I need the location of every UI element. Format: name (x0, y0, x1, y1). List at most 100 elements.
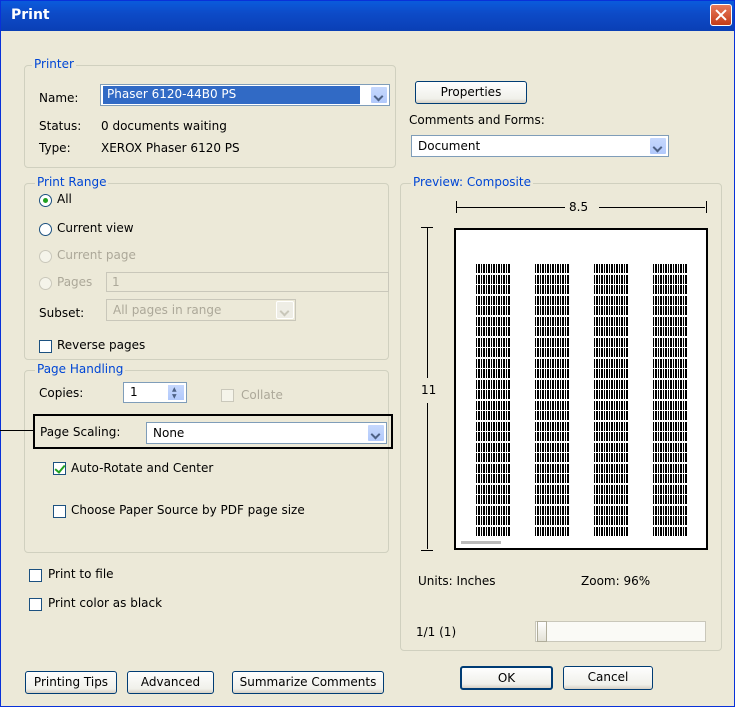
barcode-thumbnail (535, 379, 569, 389)
barcode-thumbnail (476, 337, 510, 347)
summarize-comments-button[interactable]: Summarize Comments (232, 671, 384, 694)
barcode-thumbnail (594, 463, 628, 473)
auto-rotate-checkbox[interactable] (53, 462, 66, 475)
barcode-thumbnail (535, 274, 569, 284)
printer-name-select[interactable]: Phaser 6120-44B0 PS (100, 84, 390, 106)
barcode-thumbnail (653, 484, 687, 494)
barcode-thumbnail (653, 295, 687, 305)
chevron-down-icon[interactable] (370, 86, 388, 104)
paper-source-label: Choose Paper Source by PDF page size (71, 503, 305, 517)
spin-arrows-icon[interactable]: ▲ ▼ (167, 384, 185, 401)
printer-type-value: XEROX Phaser 6120 PS (101, 141, 240, 155)
title-bar[interactable]: Print (1, 1, 734, 31)
barcode-thumbnail (653, 306, 687, 315)
barcode-thumbnail (535, 495, 569, 504)
barcode-thumbnail (653, 348, 687, 357)
barcode-thumbnail (476, 348, 510, 357)
barcode-thumbnail (476, 316, 510, 326)
barcode-thumbnail (594, 327, 628, 336)
barcode-thumbnail (594, 474, 628, 483)
barcode-thumbnail (653, 390, 687, 399)
copies-stepper[interactable]: 1 ▲ ▼ (123, 382, 187, 403)
page-indicator: 1/1 (1) (416, 625, 457, 639)
barcode-thumbnail (594, 369, 628, 378)
barcode-thumbnail (594, 516, 628, 525)
barcode-thumbnail (653, 264, 687, 273)
barcode-thumbnail (594, 306, 628, 315)
range-current-view-label: Current view (57, 221, 134, 235)
chevron-down-icon[interactable] (649, 137, 667, 155)
barcode-thumbnail (535, 348, 569, 357)
page-slider[interactable] (535, 621, 706, 642)
barcode-thumbnail (535, 516, 569, 525)
zoom-label: Zoom: 96% (581, 574, 651, 588)
barcode-thumbnail (535, 526, 569, 536)
barcode-thumbnail (535, 474, 569, 483)
close-icon[interactable] (710, 4, 732, 26)
range-current-page-radio[interactable] (39, 250, 52, 263)
barcode-thumbnail (653, 327, 687, 336)
barcode-thumbnail (476, 400, 510, 410)
barcode-thumbnail (653, 453, 687, 462)
barcode-thumbnail (535, 264, 569, 273)
barcode-thumbnail (476, 463, 510, 473)
pages-input[interactable]: 1 (106, 272, 389, 292)
print-color-black-label: Print color as black (48, 596, 163, 610)
barcode-thumbnail (476, 390, 510, 399)
dimension-tick (421, 550, 433, 551)
barcode-thumbnail (594, 379, 628, 389)
range-pages-radio[interactable] (39, 277, 52, 290)
dimension-line (457, 207, 565, 208)
barcode-thumbnail (653, 337, 687, 347)
range-all-radio[interactable] (39, 194, 52, 207)
properties-button[interactable]: Properties (415, 81, 527, 104)
barcode-thumbnail (476, 474, 510, 483)
barcode-thumbnail (476, 453, 510, 462)
comments-forms-label: Comments and Forms: (409, 113, 545, 127)
barcode-thumbnail (653, 505, 687, 515)
cancel-button[interactable]: Cancel (563, 666, 653, 690)
barcode-thumbnail (476, 285, 510, 294)
range-current-view-radio[interactable] (39, 223, 52, 236)
barcode-thumbnail (594, 526, 628, 536)
page-height-label: 11 (421, 383, 437, 397)
ok-button[interactable]: OK (460, 666, 553, 690)
advanced-button[interactable]: Advanced (127, 671, 214, 694)
barcode-thumbnail (476, 432, 510, 441)
barcode-thumbnail (594, 484, 628, 494)
window-title: Print (11, 7, 50, 23)
subset-select[interactable]: All pages in range (106, 299, 296, 321)
print-dialog: Print Printer Name: Phaser 6120-44B0 PS … (0, 0, 735, 707)
printing-tips-button[interactable]: Printing Tips (25, 671, 117, 694)
barcode-thumbnail (653, 400, 687, 410)
paper-source-checkbox[interactable] (53, 505, 66, 518)
comments-forms-value: Document (418, 139, 481, 153)
barcode-thumbnail (594, 495, 628, 504)
comments-forms-select[interactable]: Document (411, 135, 669, 157)
units-label: Units: Inches (418, 574, 496, 588)
barcode-thumbnail (535, 327, 569, 336)
barcode-thumbnail (594, 411, 628, 420)
print-range-legend: Print Range (35, 175, 109, 189)
barcode-thumbnail (594, 400, 628, 410)
barcode-thumbnail (594, 432, 628, 441)
barcode-thumbnail (476, 369, 510, 378)
collate-checkbox[interactable] (221, 389, 234, 402)
chevron-down-icon[interactable] (276, 301, 294, 319)
barcode-thumbnail (653, 421, 687, 431)
print-to-file-label: Print to file (48, 567, 114, 581)
barcode-thumbnail (476, 274, 510, 284)
barcode-thumbnail (653, 379, 687, 389)
copies-label: Copies: (39, 386, 84, 400)
print-color-black-checkbox[interactable] (29, 598, 42, 611)
barcode-thumbnail (653, 369, 687, 378)
barcode-thumbnail (594, 505, 628, 515)
print-to-file-checkbox[interactable] (29, 569, 42, 582)
barcode-thumbnail (594, 337, 628, 347)
barcode-thumbnail (653, 442, 687, 452)
page-slider-thumb[interactable] (537, 621, 547, 642)
barcode-thumbnail (476, 442, 510, 452)
barcode-thumbnail (476, 526, 510, 536)
reverse-pages-checkbox[interactable] (39, 340, 52, 353)
dimension-line (599, 207, 705, 208)
